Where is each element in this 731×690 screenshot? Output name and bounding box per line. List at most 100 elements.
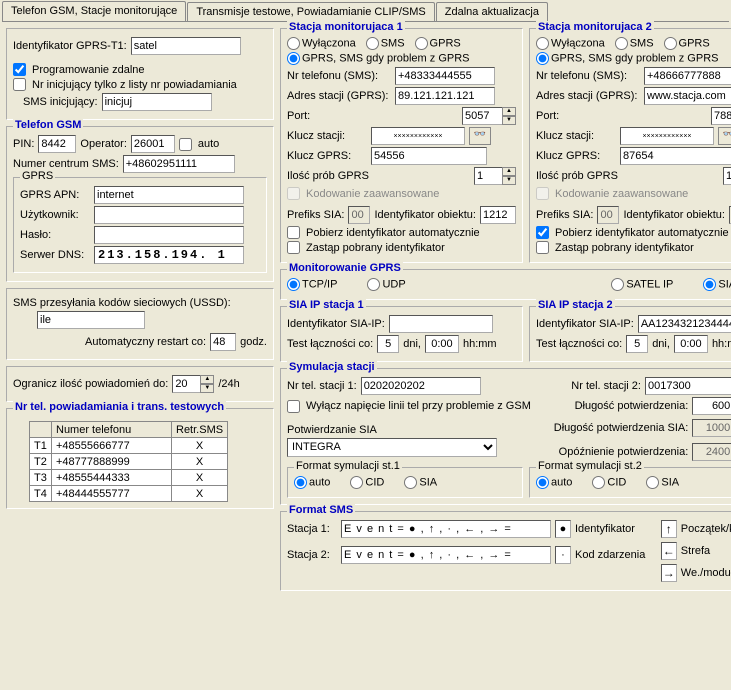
- siaip1-id-input[interactable]: [389, 315, 493, 333]
- ussd-input[interactable]: [37, 311, 145, 329]
- conf-len-spinner[interactable]: ▲▼: [692, 397, 731, 415]
- init-from-list-checkbox[interactable]: [13, 78, 26, 91]
- arrow-up-icon: ↑: [661, 520, 677, 538]
- delay-spinner: ▲▼: [692, 443, 731, 461]
- tab-remote-update[interactable]: Zdalna aktualizacja: [436, 2, 548, 21]
- spin-up-icon[interactable]: ▲: [502, 107, 516, 116]
- siaip2-days-input[interactable]: [626, 335, 648, 353]
- auto-checkbox[interactable]: [179, 138, 192, 151]
- s2-tries-input[interactable]: [723, 167, 731, 185]
- siaip2-time-input[interactable]: [674, 335, 708, 353]
- reveal-key-icon[interactable]: 👓: [718, 127, 731, 145]
- table-row[interactable]: T2+48777888999X: [30, 454, 228, 470]
- s1-key-input[interactable]: [371, 127, 465, 145]
- sms-init-input[interactable]: [102, 93, 212, 111]
- s2-tel-input[interactable]: [644, 67, 731, 85]
- sms-s1-input[interactable]: [341, 520, 551, 538]
- s1-tries-spinner[interactable]: ▲▼: [474, 167, 516, 185]
- tab-gsm-stations[interactable]: Telefon GSM, Stacje monitorujące: [2, 1, 186, 21]
- reveal-key-icon[interactable]: 👓: [469, 127, 491, 145]
- s2-replace-label: Zastąp pobrany identyfikator: [555, 242, 694, 254]
- fmt1-auto-radio[interactable]: auto: [294, 476, 330, 489]
- station2-sms-radio[interactable]: SMS: [615, 37, 654, 50]
- spin-up-icon[interactable]: ▲: [200, 375, 214, 384]
- s1-autoid-checkbox[interactable]: [287, 226, 300, 239]
- limit-label: Ogranicz ilość powiadomień do:: [13, 378, 168, 390]
- s2-port-input[interactable]: [711, 107, 731, 125]
- station2-gprs-radio[interactable]: GPRS: [664, 37, 710, 50]
- table-row[interactable]: T1+48555666777X: [30, 438, 228, 454]
- ussd-label: SMS przesyłania kodów sieciowych (USSD):: [13, 297, 231, 309]
- siaip2-id-input[interactable]: [638, 315, 731, 333]
- station1-gprs-radio[interactable]: GPRS: [415, 37, 461, 50]
- tcp-radio[interactable]: TCP/IP: [287, 278, 337, 291]
- satel-radio[interactable]: SATEL IP: [611, 278, 673, 291]
- station2-combo-radio[interactable]: GPRS, SMS gdy problem z GPRS: [536, 52, 719, 65]
- limit-unit: /24h: [218, 378, 239, 390]
- station1-sms-radio[interactable]: SMS: [366, 37, 405, 50]
- s1-tries-input[interactable]: [474, 167, 502, 185]
- sia-radio[interactable]: SIA IP: [703, 278, 731, 291]
- limit-spinner[interactable]: ▲▼: [172, 375, 214, 393]
- s1-addr-input[interactable]: [395, 87, 495, 105]
- potw-select[interactable]: INTEGRA: [287, 438, 497, 457]
- restart-label: Automatyczny restart co:: [85, 336, 206, 348]
- s1-port-spinner[interactable]: ▲▼: [462, 107, 516, 125]
- spin-down-icon[interactable]: ▼: [502, 116, 516, 125]
- remote-programming-label: Programowanie zdalne: [32, 64, 145, 76]
- sim-tel2-input[interactable]: [645, 377, 731, 395]
- fmt1-cid-radio[interactable]: CID: [350, 476, 384, 489]
- fmt1-sia-radio[interactable]: SIA: [404, 476, 437, 489]
- gprs-t1-input[interactable]: [131, 37, 241, 55]
- spin-down-icon[interactable]: ▼: [502, 176, 516, 185]
- phones-title: Nr tel. powiadamiania i trans. testowych: [13, 401, 226, 413]
- s2-addr-input[interactable]: [644, 87, 731, 105]
- station1-off-radio[interactable]: Wyłączona: [287, 37, 356, 50]
- conf-len-input[interactable]: [692, 397, 731, 415]
- s1-gprskey-input[interactable]: [371, 147, 487, 165]
- tab-test-transmissions[interactable]: Transmisje testowe, Powiadamianie CLIP/S…: [187, 2, 434, 21]
- sms-center-input[interactable]: [123, 155, 235, 173]
- s2-key-input[interactable]: [620, 127, 714, 145]
- user-input[interactable]: [94, 206, 244, 224]
- spin-up-icon[interactable]: ▲: [502, 167, 516, 176]
- udp-radio[interactable]: UDP: [367, 278, 405, 291]
- fmt2-cid-radio[interactable]: CID: [592, 476, 626, 489]
- station1-combo-radio[interactable]: GPRS, SMS gdy problem z GPRS: [287, 52, 470, 65]
- siaip1-days-input[interactable]: [377, 335, 399, 353]
- operator-input[interactable]: [131, 135, 175, 153]
- s1-objid-input[interactable]: [480, 206, 516, 224]
- table-row[interactable]: T3+48555444333X: [30, 470, 228, 486]
- sms-s2-input[interactable]: [341, 546, 551, 564]
- pass-input[interactable]: [94, 226, 244, 244]
- spin-down-icon[interactable]: ▼: [200, 384, 214, 393]
- fmt2-sia-radio[interactable]: SIA: [646, 476, 679, 489]
- remote-programming-checkbox[interactable]: [13, 63, 26, 76]
- telefon-gsm-title: Telefon GSM: [13, 119, 83, 131]
- s2-replace-checkbox[interactable]: [536, 241, 549, 254]
- apn-input[interactable]: [94, 186, 244, 204]
- siaip1-time-input[interactable]: [425, 335, 459, 353]
- dns-value[interactable]: 213.158.194. 1: [94, 246, 244, 264]
- sia-len-input: [692, 419, 731, 437]
- user-label: Użytkownik:: [20, 209, 90, 221]
- sim-tel1-input[interactable]: [361, 377, 481, 395]
- s1-port-input[interactable]: [462, 107, 502, 125]
- sim-tel1-label: Nr tel. stacji 1:: [287, 380, 357, 392]
- s1-tel-input[interactable]: [395, 67, 495, 85]
- pin-input[interactable]: [38, 135, 76, 153]
- s2-autoid-checkbox[interactable]: [536, 226, 549, 239]
- limit-input[interactable]: [172, 375, 200, 393]
- s2-adv-label: Kodowanie zaawansowane: [555, 188, 688, 200]
- s2-port-spinner[interactable]: ▲▼: [711, 107, 731, 125]
- disable-line-checkbox[interactable]: [287, 400, 300, 413]
- s2-gprskey-input[interactable]: [620, 147, 731, 165]
- table-row[interactable]: T4+48444555777X: [30, 486, 228, 502]
- s2-key-label: Klucz stacji:: [536, 130, 616, 142]
- s1-replace-checkbox[interactable]: [287, 241, 300, 254]
- fmt2-auto-radio[interactable]: auto: [536, 476, 572, 489]
- fmt1-title: Format symulacji st.1: [294, 460, 402, 472]
- restart-input[interactable]: [210, 333, 236, 351]
- s2-tries-spinner[interactable]: ▲▼: [723, 167, 731, 185]
- station2-off-radio[interactable]: Wyłączona: [536, 37, 605, 50]
